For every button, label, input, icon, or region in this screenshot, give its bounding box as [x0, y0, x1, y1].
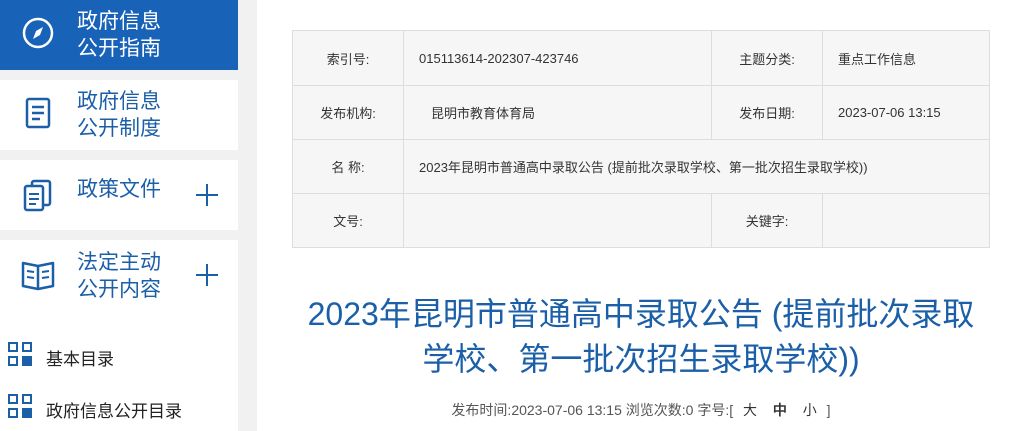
table-row: 文号: 关键字:	[292, 193, 990, 248]
expand-plus-icon[interactable]	[196, 184, 218, 206]
index-value: 015113614-202307-423746	[403, 30, 712, 86]
table-row: 索引号: 015113614-202307-423746 主题分类: 重点工作信…	[292, 30, 990, 86]
keywords-value	[822, 193, 990, 248]
files-icon	[18, 175, 58, 215]
name-label: 名 称:	[292, 139, 404, 194]
publisher-label: 发布机构:	[292, 85, 404, 140]
sub-item-basic-catalog[interactable]: 基本目录	[0, 336, 238, 376]
sub-menu: 基本目录 政府信息公开目录	[0, 312, 238, 431]
docno-value	[403, 193, 712, 248]
name-value: 2023年昆明市普通高中录取公告 (提前批次录取学校、第一批次招生录取学校))	[403, 139, 990, 194]
category-label: 主题分类:	[711, 30, 823, 86]
docno-label: 文号:	[292, 193, 404, 248]
book-icon	[18, 254, 58, 294]
table-row: 名 称: 2023年昆明市普通高中录取公告 (提前批次录取学校、第一批次招生录取…	[292, 139, 990, 194]
font-size-label: 字号:	[697, 402, 730, 418]
metadata-table: 索引号: 015113614-202307-423746 主题分类: 重点工作信…	[292, 30, 990, 248]
index-label: 索引号:	[292, 30, 404, 86]
nav-label: 政府信息 公开制度	[77, 90, 161, 140]
keywords-label: 关键字:	[711, 193, 823, 248]
article-info-bar: 发布时间:2023-07-06 13:15 浏览次数:0 字号:[ 大 中 小 …	[257, 400, 1025, 420]
sub-item-label: 政府信息公开目录	[46, 402, 182, 421]
font-size-medium-button[interactable]: 中	[773, 402, 787, 418]
nav-item-statutory-content[interactable]: 法定主动 公开内容	[0, 240, 238, 312]
publish-time-label: 发布时间:	[451, 402, 512, 418]
document-icon	[18, 93, 58, 133]
date-value: 2023-07-06 13:15	[822, 85, 990, 140]
font-size-large-button[interactable]: 大	[743, 402, 757, 418]
nav-item-system[interactable]: 政府信息 公开制度	[0, 80, 238, 150]
sub-item-info-catalog[interactable]: 政府信息公开目录	[0, 388, 238, 428]
nav-label: 法定主动 公开内容	[77, 251, 161, 301]
bracket-open: [	[729, 402, 734, 418]
page-title: 2023年昆明市普通高中录取公告 (提前批次录取 学校、第一批次招生录取学校))	[307, 296, 975, 377]
sidebar: 政府信息 公开指南 政府信息 公开制度 政策文件 法定主动 公开内容 基本目录 …	[0, 0, 238, 431]
publish-time: 2023-07-06 13:15	[511, 402, 622, 418]
grid-icon	[8, 342, 36, 370]
nav-label: 政策文件	[77, 178, 161, 201]
expand-plus-icon[interactable]	[196, 264, 218, 286]
font-size-small-button[interactable]: 小	[803, 402, 817, 418]
date-label: 发布日期:	[711, 85, 823, 140]
nav-item-policy-files[interactable]: 政策文件	[0, 160, 238, 230]
sub-item-label: 基本目录	[46, 350, 114, 369]
view-count: 0	[685, 402, 694, 418]
nav-item-guide[interactable]: 政府信息 公开指南	[0, 0, 238, 70]
category-value: 重点工作信息	[822, 30, 990, 86]
publisher-value: 昆明市教育体育局	[403, 85, 712, 140]
nav-label: 政府信息 公开指南	[77, 10, 161, 60]
views-label: 浏览次数:	[625, 402, 686, 418]
article-content: 索引号: 015113614-202307-423746 主题分类: 重点工作信…	[257, 0, 1025, 431]
table-row: 发布机构: 昆明市教育体育局 发布日期: 2023-07-06 13:15	[292, 85, 990, 140]
bracket-close: ]	[826, 402, 831, 418]
grid-icon	[8, 394, 36, 422]
compass-icon	[18, 13, 58, 53]
